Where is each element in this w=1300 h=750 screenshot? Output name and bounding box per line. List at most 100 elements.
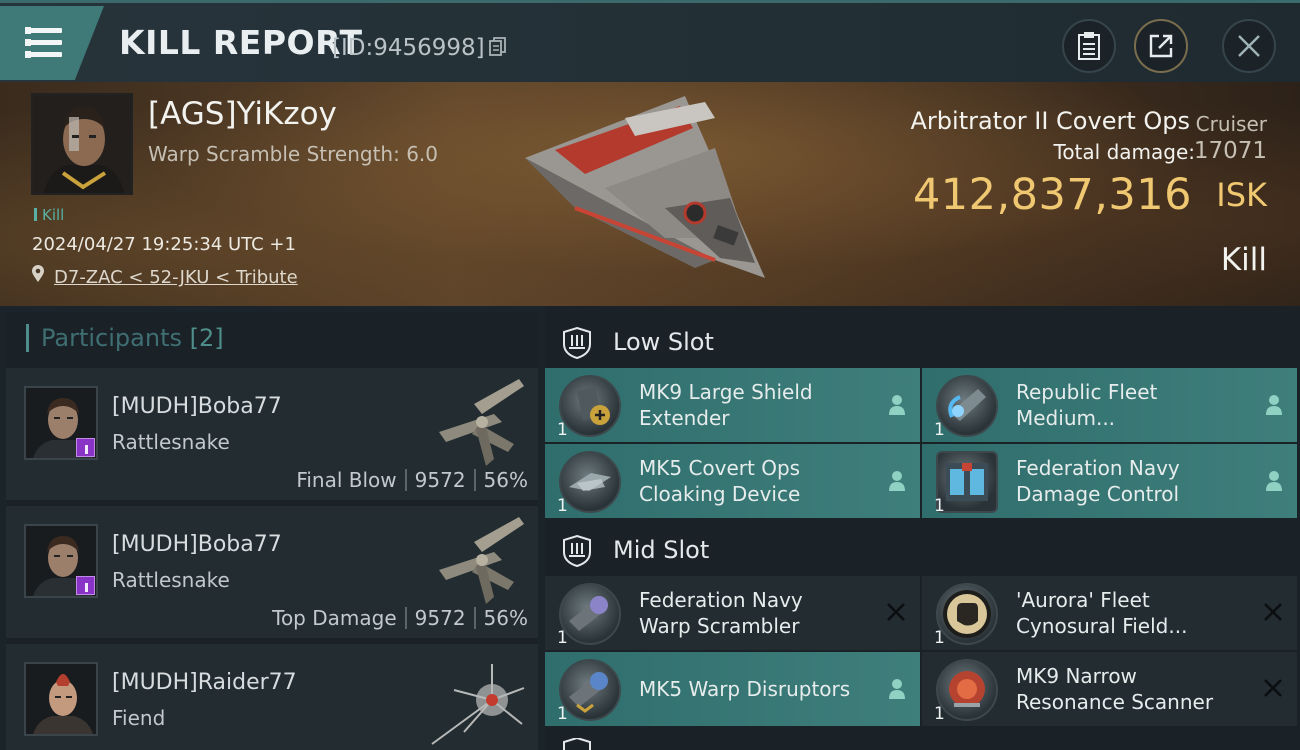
next-slot-header-partial [545,736,1300,750]
victim-ship-image[interactable] [515,88,785,293]
shield-amplifier-icon [936,375,998,437]
module-quantity: 1 [557,496,568,516]
participant-row[interactable]: [MUDH]Boba77 Rattlesnake Final Blow 9572… [6,368,538,502]
participant-ship: Rattlesnake [112,568,230,592]
victim-ship-name: Arbitrator II Covert Ops [910,107,1191,135]
warp-disruptor-icon [559,659,621,721]
participant-percent: 56% [483,606,528,630]
shield-slot-icon [563,534,591,568]
module-quantity: 1 [557,704,568,724]
participant-ship: Rattlesnake [112,430,230,454]
person-icon [1266,395,1282,415]
hamburger-menu-icon[interactable] [0,6,104,80]
x-icon [1264,679,1282,697]
participant-name[interactable]: [MUDH]Boba77 [112,532,282,557]
participant-ship-image [439,379,524,466]
module-item[interactable]: 1 'Aurora' Fleet Cynosural Field... [922,576,1297,650]
cloaking-device-icon [559,451,621,513]
clipboard-icon [1078,32,1100,60]
x-icon [1264,603,1282,621]
avatar[interactable] [24,662,98,736]
module-name: MK5 Covert Ops Cloaking Device [639,456,801,506]
kill-tag: Kill [34,206,64,224]
slot-label: Mid Slot [613,536,710,564]
avatar[interactable] [24,524,98,598]
module-name: 'Aurora' Fleet Cynosural Field... [1016,588,1188,638]
person-icon [889,679,905,699]
participant-row[interactable]: [MUDH]Raider77 Fiend [6,644,538,750]
module-item[interactable]: 1 MK5 Warp Disruptors [545,652,920,726]
kill-timestamp: 2024/04/27 19:25:34 UTC +1 [32,234,296,255]
warp-scramble-strength: Warp Scramble Strength: 6.0 [148,142,439,166]
divider [473,607,476,629]
person-icon [1266,471,1282,491]
participant-percent: 56% [483,468,528,492]
victim-avatar[interactable] [31,93,133,195]
share-button[interactable] [1134,19,1188,73]
total-damage-label: Total damage: [1053,140,1196,164]
divider [473,469,476,491]
participant-ship-image [431,664,525,745]
cynosural-field-icon [936,583,998,645]
module-quantity: 1 [934,704,945,724]
avatar[interactable] [24,386,98,460]
slot-label: Low Slot [613,328,714,356]
warp-scrambler-icon [559,583,621,645]
participant-name[interactable]: [MUDH]Raider77 [112,670,297,695]
header-bar: KILL REPORT [ID:9456998] [0,0,1300,82]
participants-title: Participants [2] [26,324,224,352]
close-icon [1238,35,1260,57]
divider [404,607,407,629]
corp-role-badge [76,438,95,457]
mid-slot-header: Mid Slot [545,518,1300,580]
module-name: Federation Navy Warp Scrambler [639,588,803,638]
share-icon [1149,34,1173,58]
victim-ship-class: Cruiser [1195,112,1267,136]
resonance-scanner-icon [936,659,998,721]
isk-value: 412,837,316 [912,170,1192,220]
participant-role: Final Blow [296,468,397,492]
participant-damage: 9572 [414,606,466,630]
module-item[interactable]: 1 Republic Fleet Medium... [922,368,1297,442]
participant-stats: Top Damage 9572 56% [272,606,528,630]
shield-slot-icon [563,326,591,360]
copy-icon[interactable] [489,37,507,57]
participant-stats: Final Blow 9572 56% [296,468,528,492]
participants-panel: Participants [2] [MUDH]Boba77 Rattlesnak… [6,312,538,750]
shield-extender-icon [559,375,621,437]
divider [404,469,407,491]
fitting-slots-panel: Low Slot 1 MK9 Large Shield Extender 1 R… [545,306,1300,750]
module-quantity: 1 [557,420,568,440]
participant-row[interactable]: [MUDH]Boba77 Rattlesnake Top Damage 9572… [6,506,538,640]
participant-role: Top Damage [272,606,397,630]
module-name: MK5 Warp Disruptors [639,677,851,701]
close-button[interactable] [1222,19,1276,73]
corp-role-badge [76,576,95,595]
module-quantity: 1 [934,496,945,516]
module-name: Federation Navy Damage Control [1016,456,1180,506]
module-item[interactable]: 1 Federation Navy Damage Control [922,444,1297,518]
total-damage-value: 17071 [1193,138,1267,164]
module-name: Republic Fleet Medium... [1016,380,1158,430]
module-item[interactable]: 1 Federation Navy Warp Scrambler [545,576,920,650]
low-slot-header: Low Slot [545,310,1300,372]
module-item[interactable]: 1 MK5 Covert Ops Cloaking Device [545,444,920,518]
module-name: MK9 Large Shield Extender [639,380,813,430]
report-id: [ID:9456998] [332,35,485,61]
person-icon [889,471,905,491]
participant-ship: Fiend [112,706,166,730]
victim-name[interactable]: [AGS]YiKzoy [148,96,337,132]
module-name: MK9 Narrow Resonance Scanner [1016,664,1214,714]
module-quantity: 1 [934,420,945,440]
victim-summary: [AGS]YiKzoy Warp Scramble Strength: 6.0 … [0,82,1300,306]
participant-damage: 9572 [414,468,466,492]
clipboard-button[interactable] [1062,19,1116,73]
kill-location-link[interactable]: D7-ZAC < 52-JKU < Tribute [54,267,298,288]
module-item[interactable]: 1 MK9 Narrow Resonance Scanner [922,652,1297,726]
module-item[interactable]: 1 MK9 Large Shield Extender [545,368,920,442]
participant-name[interactable]: [MUDH]Boba77 [112,394,282,419]
isk-unit: ISK [1216,176,1267,214]
page-title: KILL REPORT [119,23,363,62]
kill-result: Kill [1220,242,1267,278]
module-quantity: 1 [557,628,568,648]
